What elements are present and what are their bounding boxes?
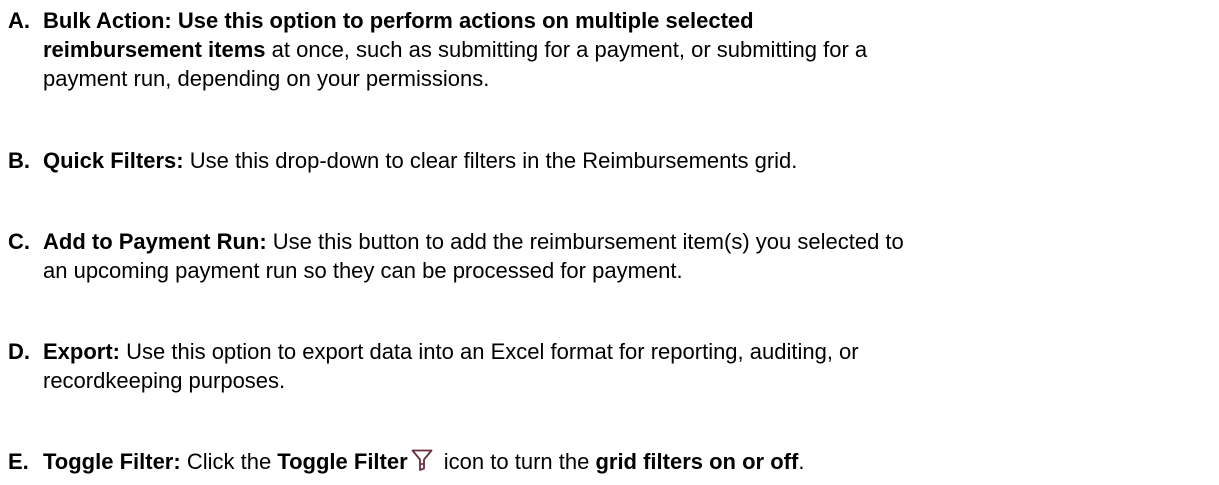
- item-line: payment run, depending on your permissio…: [43, 66, 490, 91]
- list-marker: D.: [8, 339, 30, 364]
- item-description: Use this drop-down to clear filters in t…: [183, 148, 798, 173]
- list-marker: A.: [8, 8, 30, 33]
- item-text: .: [798, 449, 805, 474]
- item-bold-text: reimbursement items: [43, 37, 266, 62]
- item-text: at once, such as submitting for a paymen…: [265, 37, 868, 62]
- item-bold-text: Toggle Filter: [277, 449, 408, 474]
- item-description: Use this option to export data into an E…: [120, 339, 859, 364]
- item-term: Quick Filters:: [43, 148, 184, 173]
- item-bold-line: Bulk Action: Use this option to perform …: [43, 8, 754, 33]
- item-line: an upcoming payment run so they can be p…: [43, 258, 683, 283]
- item-line: Toggle Filter: Click the Toggle Filter i…: [43, 447, 1215, 476]
- list-item-text: Quick Filters: Use this drop-down to cle…: [43, 146, 1215, 175]
- item-bold-text: grid filters on or off: [595, 449, 799, 474]
- item-term: Add to Payment Run:: [43, 229, 267, 254]
- item-description: Use this button to add the reimbursement…: [266, 229, 904, 254]
- item-line: Export: Use this option to export data i…: [43, 337, 1215, 366]
- list-marker: B.: [8, 148, 30, 173]
- item-text: Click the: [180, 449, 278, 474]
- item-term: Export:: [43, 339, 120, 364]
- funnel-filter-icon: [410, 448, 434, 472]
- item-line: recordkeeping purposes.: [43, 368, 286, 393]
- list-item-text: Export: Use this option to export data i…: [43, 337, 1215, 395]
- list-item-text: Bulk Action: Use this option to perform …: [43, 6, 1215, 93]
- list-marker: C.: [8, 229, 30, 254]
- item-term: Toggle Filter:: [43, 449, 181, 474]
- item-line: reimbursement items at once, such as sub…: [43, 35, 1215, 64]
- list-item-text: Toggle Filter: Click the Toggle Filter i…: [43, 447, 1215, 476]
- item-text: icon to turn the: [437, 449, 596, 474]
- list-marker: E.: [8, 449, 29, 474]
- item-line: Quick Filters: Use this drop-down to cle…: [43, 146, 1215, 175]
- item-line: Add to Payment Run: Use this button to a…: [43, 227, 1215, 256]
- list-item-text: Add to Payment Run: Use this button to a…: [43, 227, 1215, 285]
